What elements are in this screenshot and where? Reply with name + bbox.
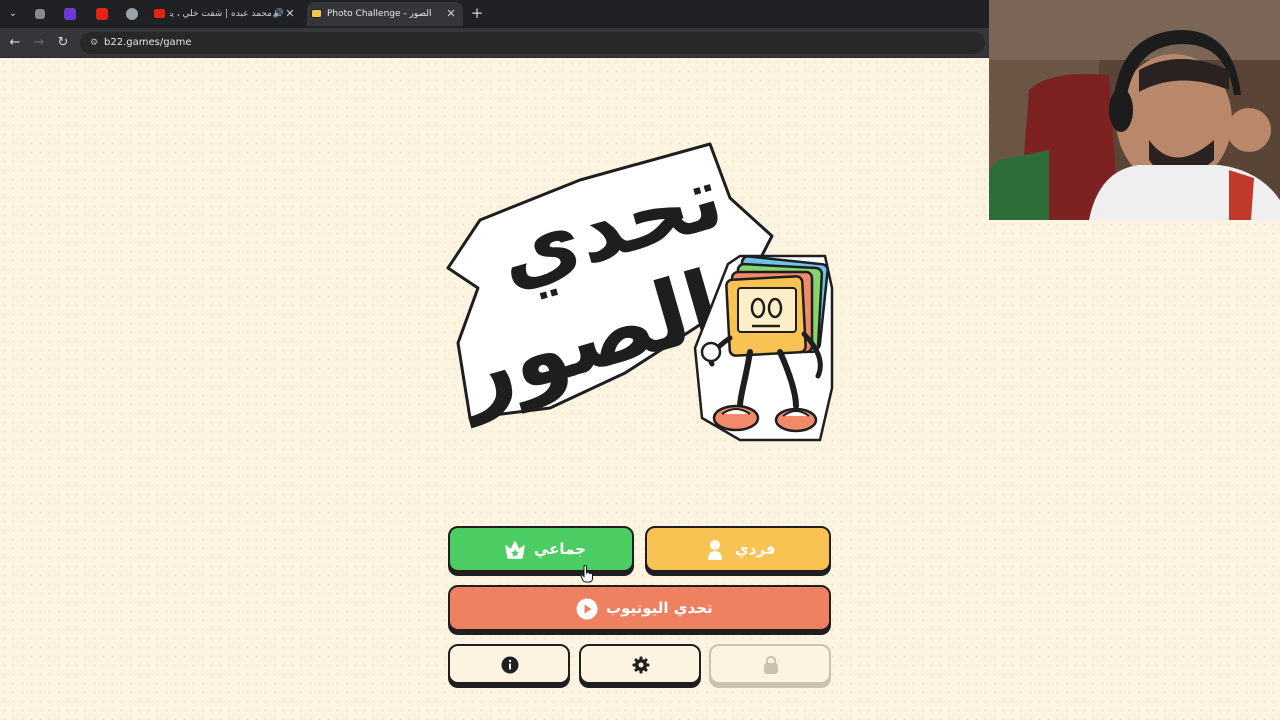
settings-button[interactable] bbox=[579, 644, 701, 684]
url-text[interactable]: b22.games/game bbox=[104, 32, 192, 54]
solo-mode-button[interactable]: فردي bbox=[645, 526, 831, 572]
group-mode-button[interactable]: جماعي bbox=[448, 526, 634, 572]
crown-icon bbox=[505, 541, 525, 559]
info-icon bbox=[501, 656, 519, 674]
hand-cursor-icon bbox=[580, 565, 593, 583]
omnibox[interactable]: ⚙ b22.games/game bbox=[80, 32, 985, 54]
youtube-icon bbox=[96, 8, 108, 20]
reload-button[interactable]: ↻ bbox=[54, 34, 72, 52]
lock-icon bbox=[764, 655, 778, 674]
twitch-icon bbox=[64, 8, 76, 20]
tab-title: محمد عبده | شفت خلي ، يعـ bbox=[170, 9, 272, 19]
youtube-icon bbox=[154, 9, 165, 18]
site-info-icon[interactable]: ⚙ bbox=[88, 37, 100, 49]
streamer-webcam bbox=[989, 0, 1280, 220]
close-tab-icon[interactable]: ✕ bbox=[284, 2, 296, 26]
speaker-icon[interactable]: 🔊 bbox=[273, 2, 284, 26]
site-favicon-icon bbox=[311, 9, 322, 18]
solo-mode-label: فردي bbox=[735, 540, 776, 558]
new-tab-button[interactable]: + bbox=[468, 4, 486, 22]
group-mode-label: جماعي bbox=[534, 540, 586, 558]
pinned-tab-4[interactable] bbox=[123, 5, 141, 23]
play-icon bbox=[576, 598, 598, 620]
tab-photo-challenge[interactable]: Photo Challenge - تحدي الصور ✕ bbox=[307, 2, 463, 26]
person-icon bbox=[708, 540, 722, 560]
back-button[interactable]: ← bbox=[6, 34, 24, 52]
gear-icon bbox=[632, 656, 650, 674]
info-button[interactable] bbox=[448, 644, 570, 684]
forward-button[interactable]: → bbox=[30, 34, 48, 52]
tab-search-icon[interactable]: ⌄ bbox=[4, 5, 22, 23]
owl-icon bbox=[126, 8, 138, 20]
pinned-tab-3[interactable] bbox=[93, 5, 111, 23]
youtube-challenge-label: تحدي اليوتيوب bbox=[606, 599, 713, 617]
store-button[interactable] bbox=[709, 644, 831, 684]
app-icon bbox=[35, 9, 45, 19]
photo-challenge-logo: تحدي الصور bbox=[442, 142, 834, 442]
close-tab-icon[interactable]: ✕ bbox=[445, 2, 457, 26]
pinned-tab-2[interactable] bbox=[61, 5, 79, 23]
pinned-tab-1[interactable] bbox=[31, 5, 49, 23]
tab-music[interactable]: محمد عبده | شفت خلي ، يعـ 🔊 ✕ bbox=[150, 2, 302, 26]
youtube-challenge-button[interactable]: تحدي اليوتيوب bbox=[448, 585, 831, 631]
tab-title: Photo Challenge - تحدي الصور bbox=[327, 9, 433, 19]
